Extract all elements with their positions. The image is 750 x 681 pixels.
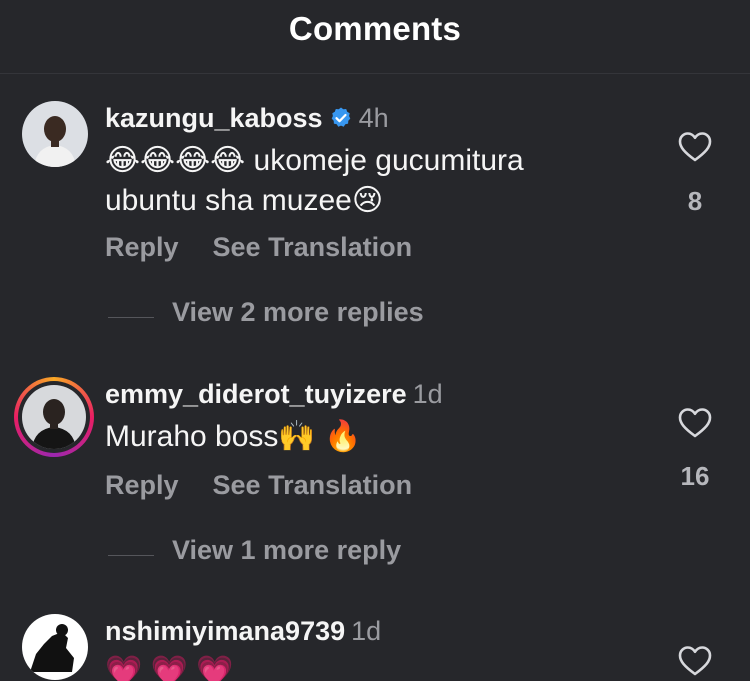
see-translation-button[interactable]: See Translation (213, 232, 413, 262)
divider (108, 317, 154, 318)
divider (108, 555, 154, 556)
avatar-image (22, 101, 88, 167)
timestamp: 1d (412, 379, 443, 409)
avatar[interactable] (22, 614, 88, 680)
avatar[interactable] (22, 101, 88, 167)
username[interactable]: nshimiyimana9739 (105, 616, 345, 646)
heart-outline-icon[interactable] (678, 131, 712, 163)
username[interactable]: emmy_diderot_tuyizere (105, 379, 407, 409)
reply-button[interactable]: Reply (105, 470, 179, 500)
comment-text-line: 💗 💗 💗 (105, 655, 234, 681)
comments-header: Comments (0, 0, 750, 74)
like-count: 16 (680, 461, 710, 491)
timestamp: 4h (358, 103, 389, 133)
view-replies-label[interactable]: View 1 more reply (172, 535, 401, 566)
avatar-image (22, 385, 86, 449)
username[interactable]: kazungu_kaboss (105, 103, 323, 133)
comment-text-line: ubuntu sha muzee😢 (105, 184, 384, 217)
heart-outline-icon[interactable] (678, 645, 712, 677)
comment-text: 😂😂😂😂 ukomeje gucumitura ubuntu sha muzee… (105, 141, 645, 221)
comment-actions: Reply See Translation (105, 470, 412, 501)
timestamp: 1d (351, 616, 382, 646)
page-title: Comments (288, 10, 462, 47)
comment-header: emmy_diderot_tuyizere 1d (105, 377, 443, 411)
like-count: 8 (687, 186, 703, 216)
comment-actions: Reply See Translation (105, 232, 412, 263)
verified-badge-icon (329, 104, 353, 128)
heart-outline-icon[interactable] (678, 407, 712, 439)
reply-button[interactable]: Reply (105, 232, 179, 262)
comment-text-line: Muraho boss🙌 🔥 (105, 420, 362, 453)
avatar-story-ring[interactable] (14, 377, 94, 457)
view-replies-label[interactable]: View 2 more replies (172, 297, 424, 328)
see-translation-button[interactable]: See Translation (213, 470, 413, 500)
comment-text-line: 😂😂😂😂 ukomeje gucumitura (105, 144, 524, 177)
comment-text: Muraho boss🙌 🔥 (105, 417, 645, 457)
comment-text: 💗 💗 💗 (105, 652, 645, 681)
avatar-image (22, 614, 88, 680)
comment-header: nshimiyimana9739 1d (105, 614, 381, 648)
comment-header: kazungu_kaboss 4h (105, 101, 389, 135)
